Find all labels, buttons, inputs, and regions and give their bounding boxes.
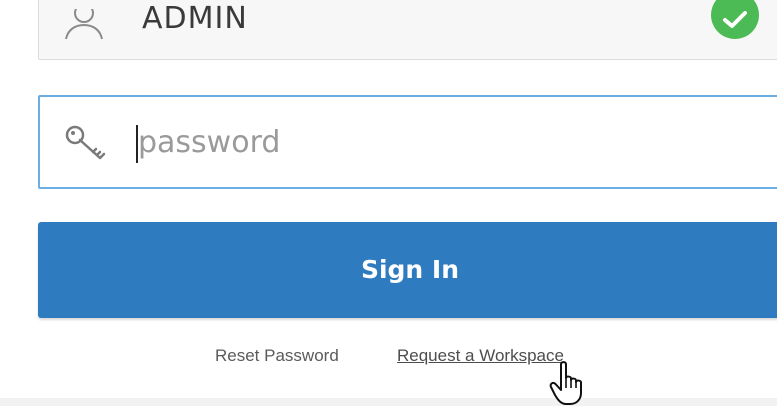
key-icon: [64, 123, 108, 163]
hand-pointer-cursor-icon: [549, 361, 589, 406]
password-input[interactable]: [138, 119, 738, 165]
password-field[interactable]: [38, 95, 777, 189]
user-icon: [64, 3, 104, 40]
sign-in-label: Sign In: [360, 255, 460, 284]
username-value: ADMIN: [142, 1, 248, 36]
request-workspace-link[interactable]: Request a Workspace: [397, 346, 564, 366]
login-links: Reset Password Request a Workspace: [0, 346, 777, 372]
username-field[interactable]: ADMIN: [38, 0, 777, 60]
check-icon: [711, 0, 759, 39]
reset-password-link[interactable]: Reset Password: [215, 346, 339, 366]
footer-strip: [0, 398, 777, 406]
login-panel: ADMIN Sign In Reset Password Request a W…: [0, 0, 777, 406]
sign-in-button[interactable]: Sign In: [38, 222, 777, 318]
